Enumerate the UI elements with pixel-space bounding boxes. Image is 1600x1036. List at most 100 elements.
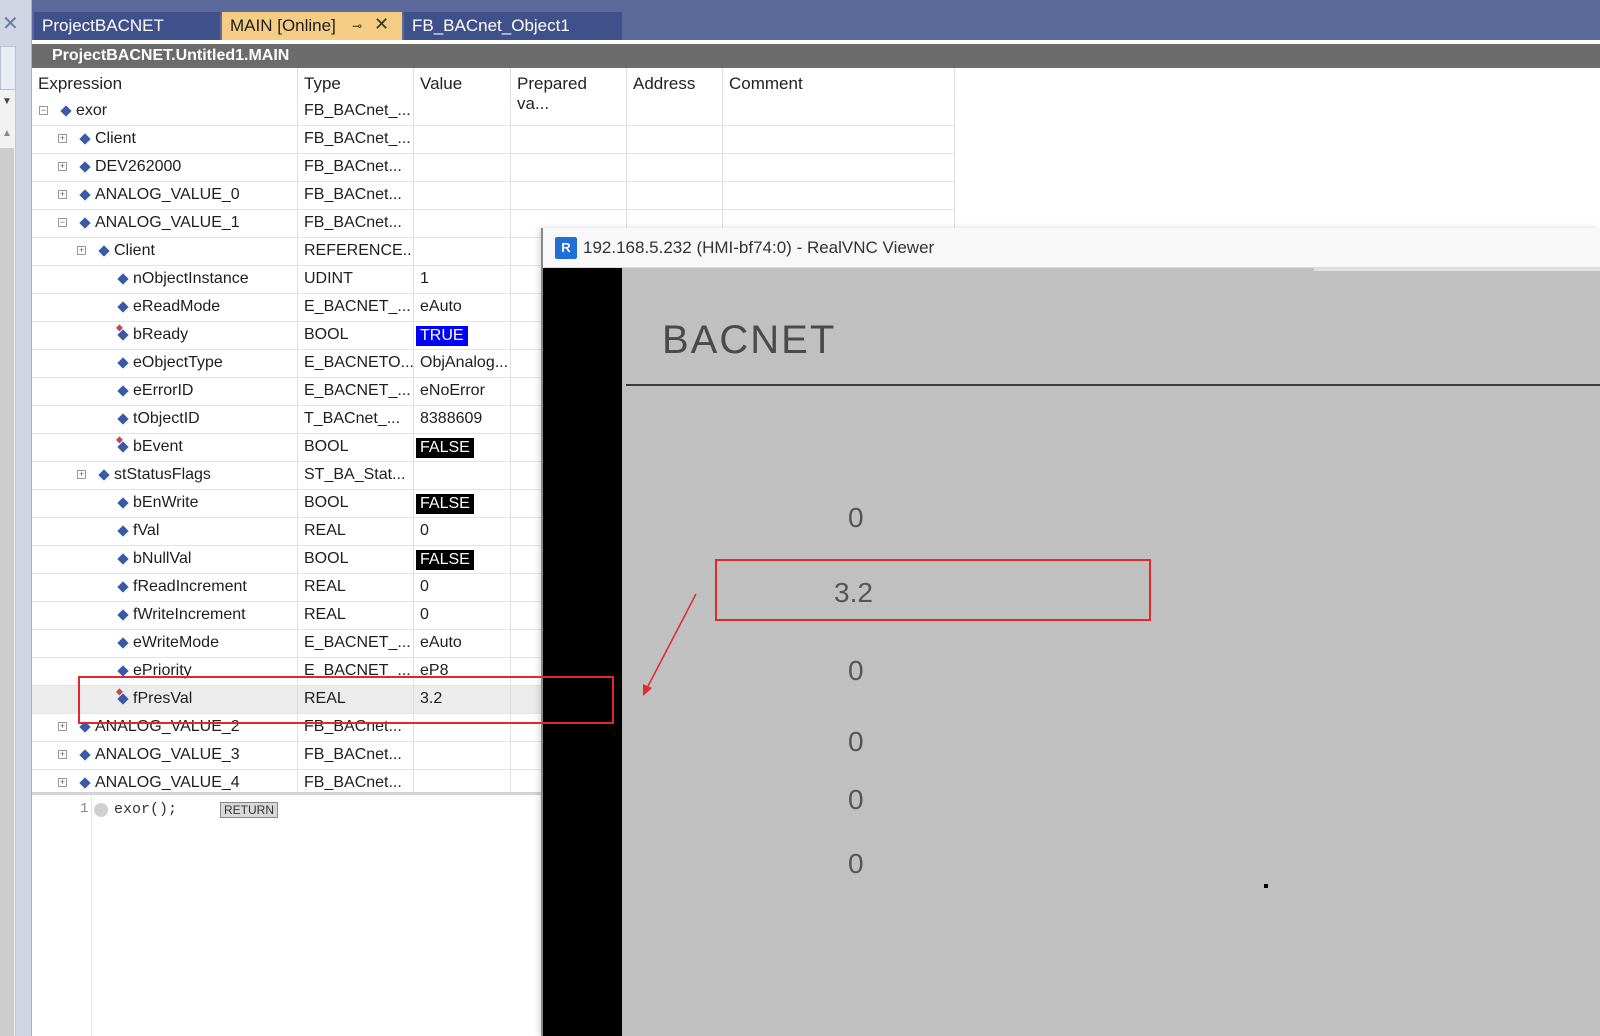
address-cell[interactable]: [627, 98, 723, 126]
expression-cell[interactable]: bEnWrite: [32, 490, 298, 518]
value-cell[interactable]: FALSE: [414, 546, 511, 574]
col-expression[interactable]: Expression: [32, 68, 298, 98]
table-row[interactable]: − exor FB_BACnet_...: [32, 98, 955, 126]
value-cell[interactable]: FALSE: [414, 490, 511, 518]
address-cell[interactable]: [627, 154, 723, 182]
value-text: 1: [420, 270, 429, 287]
close-icon[interactable]: ✕: [2, 14, 19, 34]
address-cell[interactable]: [627, 182, 723, 210]
address-cell[interactable]: [627, 126, 723, 154]
expression-cell[interactable]: bNullVal: [32, 546, 298, 574]
vnc-title-bar[interactable]: R 192.168.5.232 (HMI-bf74:0) - RealVNC V…: [543, 228, 1600, 268]
comment-cell[interactable]: [723, 126, 955, 154]
value-cell[interactable]: [414, 98, 511, 126]
value-cell[interactable]: [414, 154, 511, 182]
col-value[interactable]: Value: [414, 68, 511, 98]
value-cell[interactable]: 1: [414, 266, 511, 294]
variable-icon: [117, 329, 129, 341]
expand-icon[interactable]: +: [58, 722, 67, 731]
value-cell[interactable]: [414, 210, 511, 238]
expression-cell[interactable]: + ANALOG_VALUE_0: [32, 182, 298, 210]
hmi-value[interactable]: 0: [848, 655, 864, 687]
value-cell[interactable]: [414, 462, 511, 490]
expression-cell[interactable]: eErrorID: [32, 378, 298, 406]
value-cell[interactable]: [414, 182, 511, 210]
expression-cell[interactable]: eWriteMode: [32, 630, 298, 658]
value-cell[interactable]: 0: [414, 602, 511, 630]
expression-cell[interactable]: + Client: [32, 238, 298, 266]
comment-cell[interactable]: [723, 154, 955, 182]
value-cell[interactable]: [414, 126, 511, 154]
expression-cell[interactable]: eObjectType: [32, 350, 298, 378]
tab-fb-bacnet-object1[interactable]: FB_BACnet_Object1: [404, 12, 622, 40]
table-row[interactable]: + Client FB_BACnet_...: [32, 126, 955, 154]
scroll-up-icon[interactable]: ▲: [2, 128, 12, 139]
value-cell[interactable]: eAuto: [414, 630, 511, 658]
hmi-value[interactable]: 0: [848, 848, 864, 880]
variable-icon: [117, 301, 129, 313]
expand-icon[interactable]: +: [58, 134, 67, 143]
prepared-value-cell[interactable]: [511, 182, 627, 210]
collapse-icon[interactable]: −: [39, 106, 48, 115]
expression-cell[interactable]: fVal: [32, 518, 298, 546]
expression-cell[interactable]: eReadMode: [32, 294, 298, 322]
expression-cell[interactable]: nObjectInstance: [32, 266, 298, 294]
expand-icon[interactable]: +: [77, 470, 86, 479]
expression-cell[interactable]: − ANALOG_VALUE_1: [32, 210, 298, 238]
pin-icon[interactable]: ⊸: [352, 19, 362, 33]
col-address[interactable]: Address: [627, 68, 723, 98]
value-cell[interactable]: FALSE: [414, 434, 511, 462]
value-cell[interactable]: TRUE: [414, 322, 511, 350]
expression-cell[interactable]: tObjectID: [32, 406, 298, 434]
comment-cell[interactable]: [723, 98, 955, 126]
table-row[interactable]: + DEV262000 FB_BACnet...: [32, 154, 955, 182]
close-icon[interactable]: ✕: [374, 14, 389, 35]
col-comment[interactable]: Comment: [723, 68, 955, 98]
scroll-thumb[interactable]: [0, 148, 14, 1036]
breakpoint-icon[interactable]: [94, 803, 108, 817]
expression-cell[interactable]: − exor: [32, 98, 298, 126]
hmi-value[interactable]: 0: [848, 726, 864, 758]
expression-cell[interactable]: + Client: [32, 126, 298, 154]
expression-cell[interactable]: bEvent: [32, 434, 298, 462]
hmi-value[interactable]: 0: [848, 784, 864, 816]
value-cell[interactable]: 0: [414, 574, 511, 602]
code-line[interactable]: exor();: [114, 801, 177, 818]
expression-cell[interactable]: fWriteIncrement: [32, 602, 298, 630]
prepared-value-cell[interactable]: [511, 154, 627, 182]
type-cell: UDINT: [298, 266, 414, 294]
expression-label: eWriteMode: [133, 634, 219, 651]
expand-icon[interactable]: +: [58, 162, 67, 171]
expression-cell[interactable]: + stStatusFlags: [32, 462, 298, 490]
value-cell[interactable]: eAuto: [414, 294, 511, 322]
expression-cell[interactable]: bReady: [32, 322, 298, 350]
expression-cell[interactable]: + ANALOG_VALUE_3: [32, 742, 298, 770]
value-cell[interactable]: ObjAnalog...: [414, 350, 511, 378]
value-cell[interactable]: eNoError: [414, 378, 511, 406]
prepared-value-cell[interactable]: [511, 98, 627, 126]
expand-icon[interactable]: +: [58, 190, 67, 199]
col-type[interactable]: Type: [298, 68, 414, 98]
value-cell[interactable]: 8388609: [414, 406, 511, 434]
expression-cell[interactable]: + DEV262000: [32, 154, 298, 182]
variable-icon: [79, 133, 91, 145]
value-cell[interactable]: [414, 238, 511, 266]
expand-icon[interactable]: +: [77, 246, 86, 255]
table-row[interactable]: + ANALOG_VALUE_0 FB_BACnet...: [32, 182, 955, 210]
code-editor[interactable]: 1 exor(); RETURN: [32, 792, 544, 1036]
tab-main-online[interactable]: MAIN [Online] ⊸ ✕: [222, 12, 402, 40]
prepared-value-cell[interactable]: [511, 126, 627, 154]
collapse-icon[interactable]: −: [58, 218, 67, 227]
comment-cell[interactable]: [723, 182, 955, 210]
expand-icon[interactable]: +: [58, 750, 67, 759]
hmi-value[interactable]: 0: [848, 502, 864, 534]
dropdown-arrow-icon[interactable]: ▼: [2, 96, 12, 107]
value-cell[interactable]: [414, 742, 511, 770]
col-prepared-value[interactable]: Prepared va...: [511, 68, 627, 113]
expression-cell[interactable]: fReadIncrement: [32, 574, 298, 602]
type-cell: E_BACNET_...: [298, 630, 414, 658]
tab-projectbacnet[interactable]: ProjectBACNET: [34, 12, 220, 40]
type-cell: FB_BACnet...: [298, 154, 414, 182]
value-cell[interactable]: 0: [414, 518, 511, 546]
expand-icon[interactable]: +: [58, 778, 67, 787]
